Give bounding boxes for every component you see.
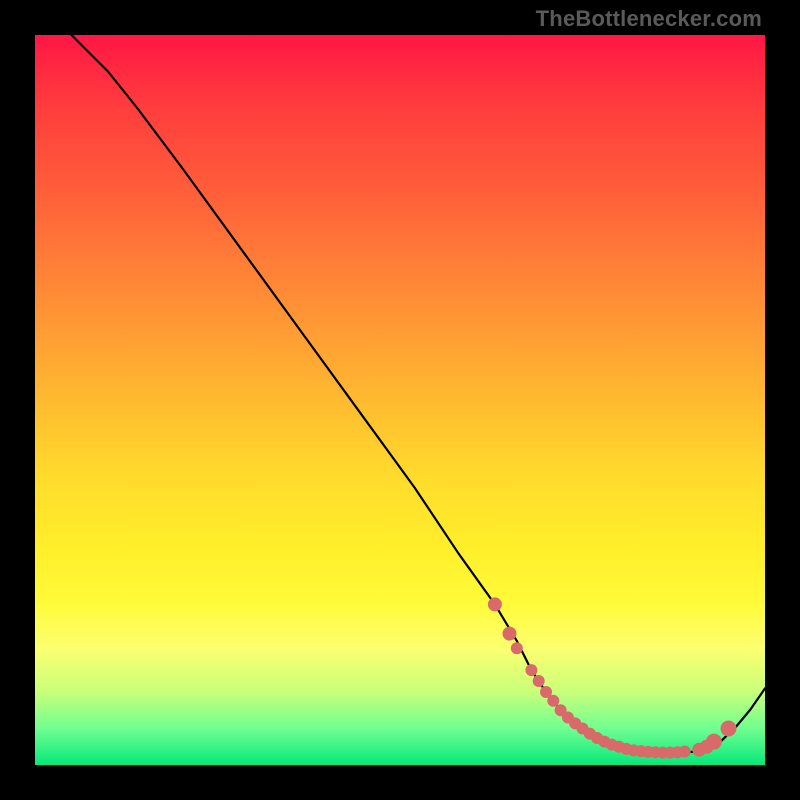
marker-dot (533, 675, 545, 687)
marker-dot (503, 627, 517, 641)
chart-frame: TheBottlenecker.com (0, 0, 800, 800)
marker-dot (721, 721, 737, 737)
marker-dot (706, 734, 722, 750)
marker-dot (679, 746, 691, 758)
marker-dot (525, 664, 537, 676)
watermark-text: TheBottlenecker.com (536, 6, 762, 32)
marker-dot (547, 695, 559, 707)
marker-dot-group (488, 597, 737, 758)
marker-dot (488, 597, 502, 611)
plot-area (35, 35, 765, 765)
marker-dot (511, 642, 523, 654)
curve-svg (35, 35, 765, 765)
bottleneck-curve-line (72, 35, 766, 753)
